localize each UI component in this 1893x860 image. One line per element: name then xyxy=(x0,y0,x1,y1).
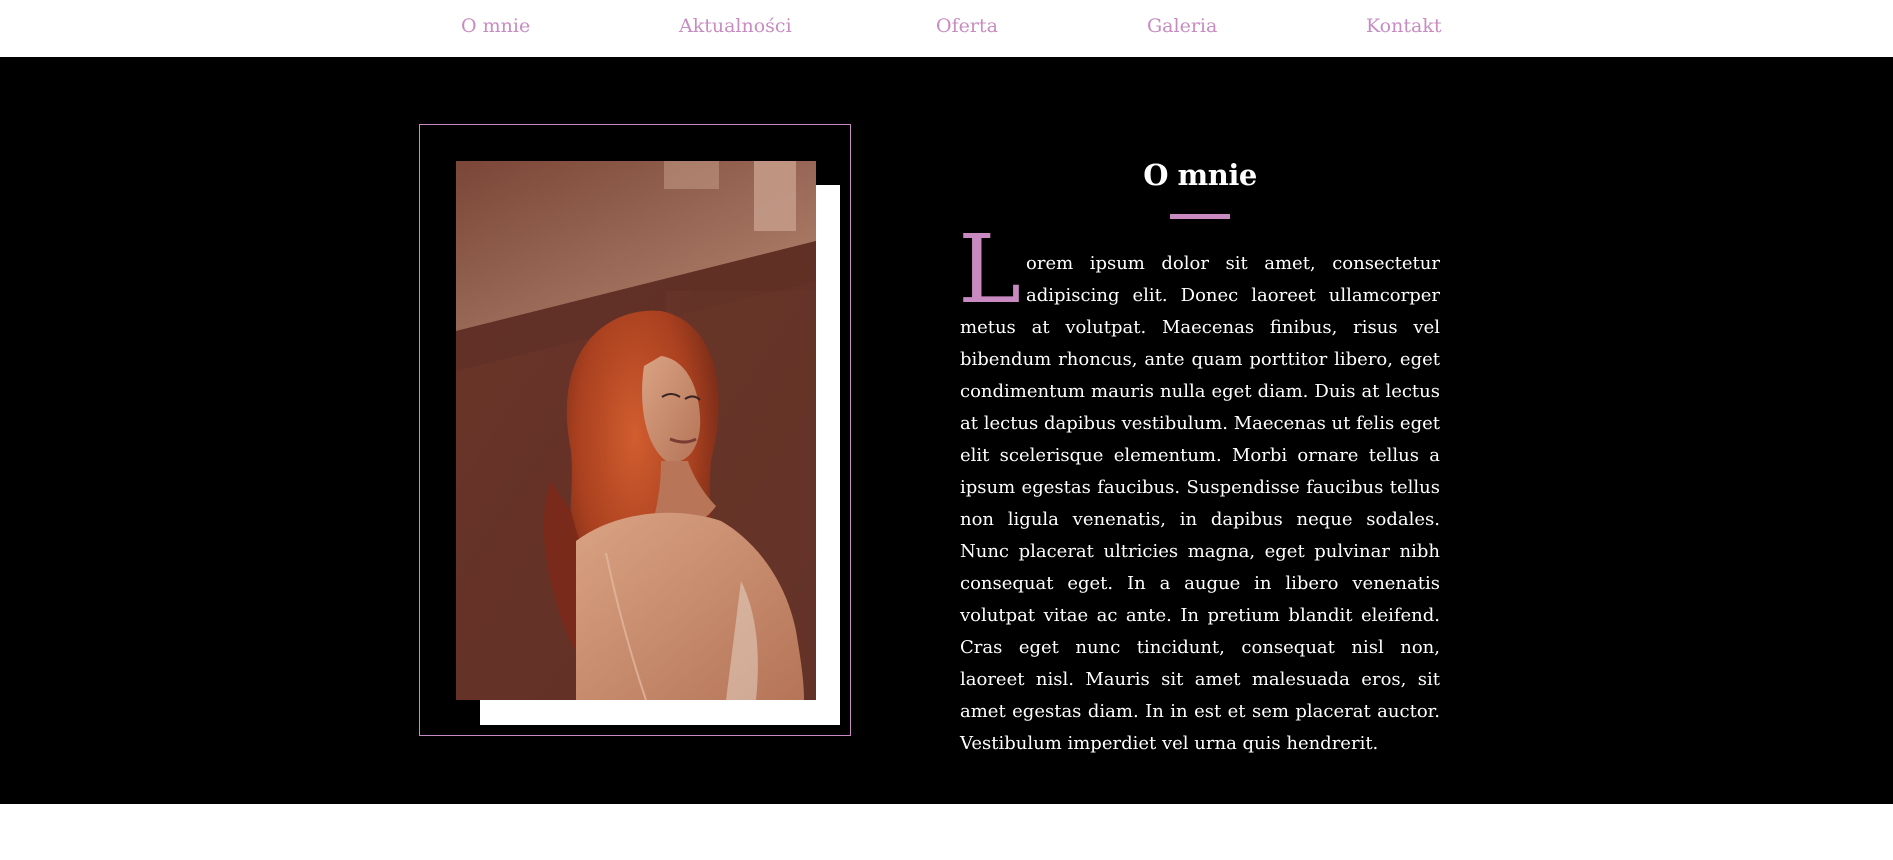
page-bottom-space xyxy=(0,804,1893,860)
nav-link-galeria[interactable]: Galeria xyxy=(1147,14,1217,38)
section-title: O mnie xyxy=(1143,158,1257,192)
portrait-photo xyxy=(456,161,816,700)
nav-link-oferta[interactable]: Oferta xyxy=(936,14,998,38)
title-underline xyxy=(1170,214,1230,219)
about-paragraph: orem ipsum dolor sit amet, consectetur a… xyxy=(960,253,1440,754)
nav-link-aktualnosci[interactable]: Aktualności xyxy=(679,14,792,38)
top-navigation: O mnie Aktualności Oferta Galeria Kontak… xyxy=(0,0,1893,57)
nav-link-kontakt[interactable]: Kontakt xyxy=(1366,14,1441,38)
about-section xyxy=(0,57,1893,804)
nav-link-o-mnie[interactable]: O mnie xyxy=(461,14,530,38)
